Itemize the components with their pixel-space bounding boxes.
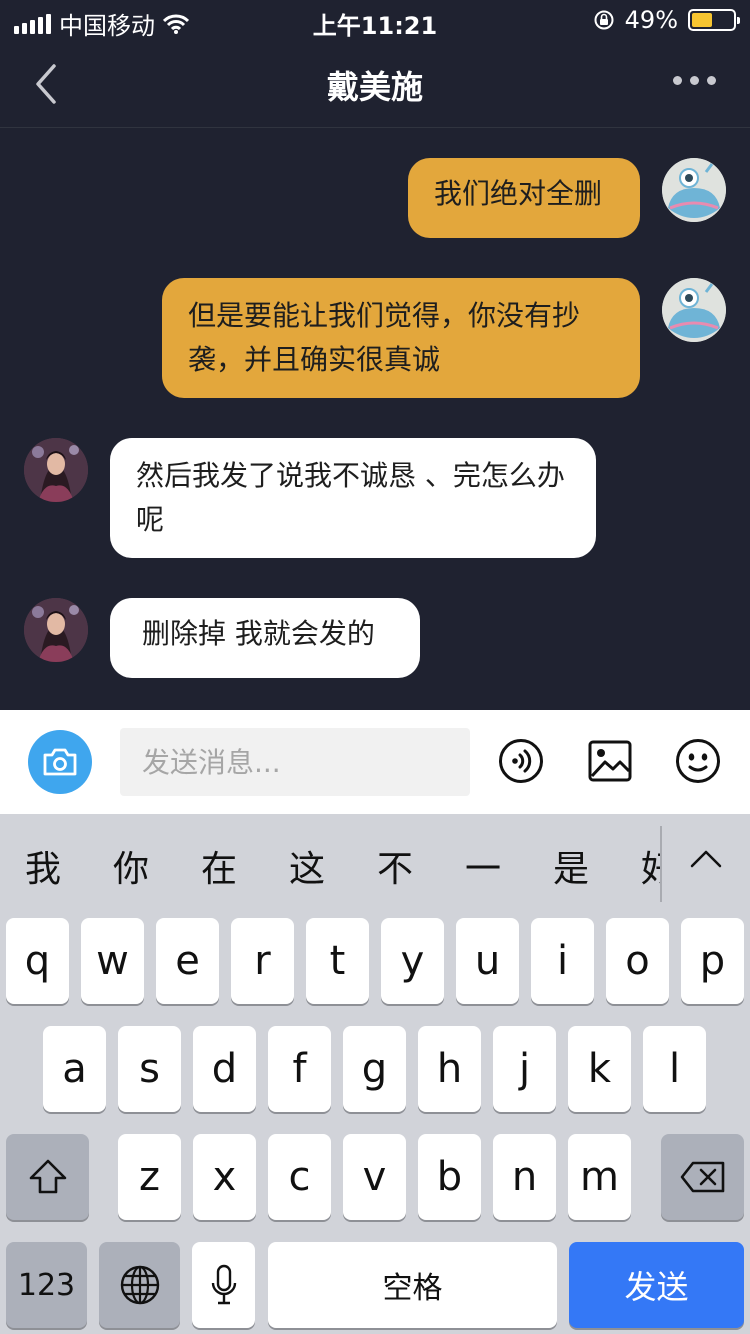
outgoing-message[interactable]: 但是要能让我们觉得，你没有抄袭，并且确实很真诚 — [162, 278, 640, 398]
voice-button[interactable] — [498, 738, 544, 784]
orientation-lock-icon — [594, 10, 614, 30]
key-g[interactable]: g — [343, 1026, 406, 1112]
expand-candidates-button[interactable] — [682, 836, 730, 884]
key-m[interactable]: m — [568, 1134, 631, 1220]
candidate-word[interactable]: 一 — [453, 840, 513, 892]
battery-icon — [688, 9, 740, 31]
key-i[interactable]: i — [531, 918, 594, 1004]
globe-icon — [120, 1265, 159, 1305]
more-options-button[interactable] — [673, 76, 716, 85]
key-c[interactable]: c — [268, 1134, 331, 1220]
key-h[interactable]: h — [418, 1026, 481, 1112]
incoming-message[interactable]: 然后我发了说我不诚恳 、完怎么办呢 — [110, 438, 596, 558]
message-input[interactable] — [120, 728, 470, 796]
input-bar — [0, 710, 750, 814]
contact-avatar[interactable] — [24, 438, 88, 502]
message-text: 我们绝对全删 — [434, 177, 603, 210]
key-z[interactable]: z — [118, 1134, 181, 1220]
camera-button[interactable] — [28, 730, 92, 794]
send-key[interactable]: 发送 — [569, 1242, 744, 1328]
key-l[interactable]: l — [643, 1026, 706, 1112]
numbers-key[interactable]: 123 — [6, 1242, 87, 1328]
keyboard: 我 你 在 这 不 一 是 好 q w e r t y u i o p a s … — [0, 814, 750, 1334]
key-f[interactable]: f — [268, 1026, 331, 1112]
dot-icon — [673, 76, 682, 85]
candidate-word[interactable]: 在 — [189, 840, 249, 892]
message-text: 删除掉 我就会发的 — [142, 617, 375, 650]
key-a[interactable]: a — [43, 1026, 106, 1112]
key-p[interactable]: p — [681, 918, 744, 1004]
contact-avatar[interactable] — [24, 598, 88, 662]
emoji-button[interactable] — [675, 738, 721, 784]
microphone-icon — [211, 1264, 236, 1305]
candidate-bar: 我 你 在 这 不 一 是 好 — [0, 814, 750, 906]
key-x[interactable]: x — [193, 1134, 256, 1220]
status-bar: 中国移动 上午11:21 49% — [0, 0, 750, 40]
key-n[interactable]: n — [493, 1134, 556, 1220]
message-text: 然后我发了说我不诚恳 、完怎么办呢 — [136, 459, 565, 536]
key-k[interactable]: k — [568, 1026, 631, 1112]
shift-icon — [29, 1159, 66, 1194]
my-avatar[interactable] — [662, 158, 726, 222]
monster-avatar-icon — [662, 158, 726, 222]
battery-percent: 49% — [624, 6, 678, 34]
space-key[interactable]: 空格 — [268, 1242, 557, 1328]
globe-key[interactable] — [99, 1242, 180, 1328]
key-v[interactable]: v — [343, 1134, 406, 1220]
key-b[interactable]: b — [418, 1134, 481, 1220]
candidate-word[interactable]: 不 — [365, 840, 425, 892]
image-button[interactable] — [587, 738, 633, 784]
candidate-word[interactable]: 这 — [277, 840, 337, 892]
key-s[interactable]: s — [118, 1026, 181, 1112]
key-t[interactable]: t — [306, 918, 369, 1004]
dictation-key[interactable] — [192, 1242, 255, 1328]
key-j[interactable]: j — [493, 1026, 556, 1112]
key-u[interactable]: u — [456, 918, 519, 1004]
candidate-word[interactable]: 我 — [13, 840, 73, 892]
candidate-word[interactable]: 你 — [101, 840, 161, 892]
person-photo-icon — [24, 438, 88, 502]
key-w[interactable]: w — [81, 918, 144, 1004]
outgoing-message[interactable]: 我们绝对全删 — [408, 158, 640, 238]
nav-bar: 戴美施 — [0, 40, 750, 128]
person-photo-icon — [24, 598, 88, 662]
key-y[interactable]: y — [381, 918, 444, 1004]
chat-title: 戴美施 — [326, 68, 423, 106]
key-r[interactable]: r — [231, 918, 294, 1004]
dot-icon — [690, 76, 699, 85]
key-e[interactable]: e — [156, 918, 219, 1004]
message-text: 但是要能让我们觉得，你没有抄袭，并且确实很真诚 — [188, 299, 581, 376]
candidate-divider — [660, 826, 662, 902]
key-d[interactable]: d — [193, 1026, 256, 1112]
key-q[interactable]: q — [6, 918, 69, 1004]
candidate-word[interactable]: 是 — [541, 840, 601, 892]
delete-key[interactable] — [661, 1134, 744, 1220]
candidate-word[interactable]: 好 — [629, 840, 662, 892]
backspace-icon — [680, 1161, 724, 1193]
monster-avatar-icon — [662, 278, 726, 342]
camera-icon — [43, 748, 77, 776]
incoming-message[interactable]: 删除掉 我就会发的 — [110, 598, 420, 678]
dot-icon — [707, 76, 716, 85]
my-avatar[interactable] — [662, 278, 726, 342]
key-o[interactable]: o — [606, 918, 669, 1004]
battery-level-fill — [692, 13, 712, 27]
shift-key[interactable] — [6, 1134, 89, 1220]
status-right: 49% — [593, 6, 740, 34]
